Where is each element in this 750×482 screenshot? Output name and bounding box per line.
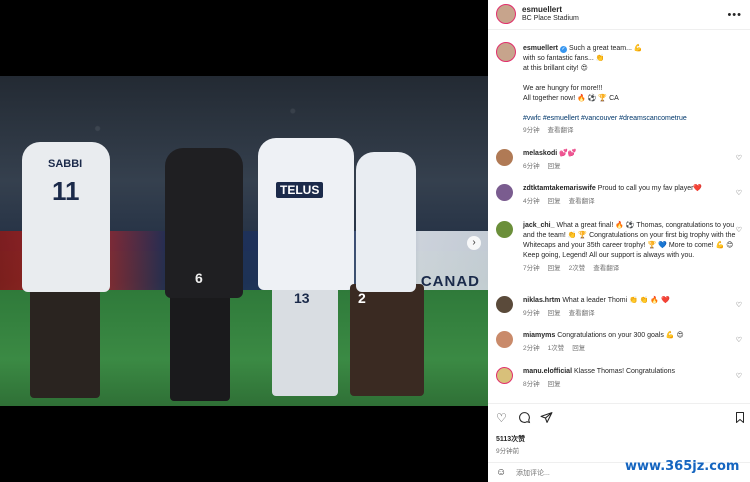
reply-button[interactable]: 回复 xyxy=(548,198,561,205)
more-dots-icon[interactable]: ••• xyxy=(727,9,742,21)
avatar[interactable] xyxy=(496,296,513,313)
emoji-icon[interactable]: ☺ xyxy=(496,467,506,478)
reply-button[interactable]: 回复 xyxy=(548,163,561,170)
likes-count[interactable]: 5113次赞 xyxy=(496,434,525,444)
comment-text: What a great final! 🔥 ⚽ Thomas, congratu… xyxy=(523,222,736,259)
post-header: esmuellert BC Place Stadium ••• xyxy=(488,0,750,30)
reply-button[interactable]: 回复 xyxy=(572,345,585,352)
comment-time: 9分钟 xyxy=(523,310,540,317)
comment-icon[interactable] xyxy=(518,411,531,427)
verified-icon: ✓ xyxy=(559,46,567,53)
post-media: CANAD SABBI 11 6 13 TELUS 2 › xyxy=(0,0,488,482)
reply-button[interactable]: 回复 xyxy=(548,310,561,317)
heart-outline-icon[interactable]: ♡ xyxy=(736,301,742,309)
caption-line: with so fantastic fans... 👏 xyxy=(523,55,605,62)
heart-outline-icon[interactable]: ♡ xyxy=(496,411,507,425)
avatar[interactable] xyxy=(496,149,513,166)
player-teammate xyxy=(356,152,416,292)
comment-text: Proud to call you my fav player❤️ xyxy=(597,185,703,192)
avatar[interactable] xyxy=(496,42,516,62)
player-opponent: 6 xyxy=(165,148,243,298)
heart-outline-icon[interactable]: ♡ xyxy=(736,189,742,197)
shorts-number: 13 xyxy=(294,290,310,306)
likes-count[interactable]: 2次赞 xyxy=(569,265,586,272)
post-time: 9分钟前 xyxy=(496,448,520,455)
jersey-sponsor: TELUS xyxy=(276,182,324,198)
caption-time: 9分钟 xyxy=(523,127,540,134)
player-mueller: TELUS xyxy=(258,138,354,290)
comment-username[interactable]: melaskodi xyxy=(523,150,557,157)
comment-text: Congratulations on your 300 goals 💪 😍 xyxy=(557,332,684,339)
player-legs xyxy=(170,291,230,401)
bookmark-icon[interactable] xyxy=(734,411,746,427)
comment-time: 6分钟 xyxy=(523,163,540,170)
post-username[interactable]: esmuellert xyxy=(522,5,562,14)
comment-username[interactable]: jack_chi_ xyxy=(523,222,555,229)
caption-line: We are hungry for more!!! xyxy=(523,85,603,92)
post-photo[interactable]: CANAD SABBI 11 6 13 TELUS 2 xyxy=(0,76,488,406)
comment-text: What a leader Thomi 👏 👏 🔥 ❤️ xyxy=(562,297,670,304)
likes-count[interactable]: 1次赞 xyxy=(548,345,565,352)
shorts-number: 2 xyxy=(358,290,366,306)
reply-button[interactable]: 回复 xyxy=(548,265,561,272)
see-translation[interactable]: 查看翻译 xyxy=(569,198,595,205)
avatar[interactable] xyxy=(496,221,513,238)
see-translation[interactable]: 查看翻译 xyxy=(547,127,573,134)
comment-time: 7分钟 xyxy=(523,265,540,272)
caption-hashtags[interactable]: #vwfc #esmuellert #vancouver #dreamscanc… xyxy=(523,114,743,124)
see-translation[interactable]: 查看翻译 xyxy=(593,265,619,272)
avatar[interactable] xyxy=(496,367,513,384)
caption-line: All together now! 🔥 ⚽ 🏆 CA xyxy=(523,95,619,102)
comment-username[interactable]: miamyms xyxy=(523,332,555,339)
ad-board-text: CANAD xyxy=(420,273,480,290)
heart-outline-icon[interactable]: ♡ xyxy=(736,372,742,380)
comment-username[interactable]: zdtktamtakemariswife xyxy=(523,185,596,192)
player-sabbi: SABBI 11 xyxy=(22,142,110,292)
jersey-number: 6 xyxy=(195,270,203,286)
reply-button[interactable]: 回复 xyxy=(548,381,561,388)
see-translation[interactable]: 查看翻译 xyxy=(569,310,595,317)
watermark: www.365jz.com xyxy=(625,459,740,474)
avatar[interactable] xyxy=(496,4,516,24)
comment-text: 💕💕 xyxy=(559,150,577,157)
comment-time: 8分钟 xyxy=(523,381,540,388)
comment-username[interactable]: manu.elofficial xyxy=(523,368,572,375)
heart-outline-icon[interactable]: ♡ xyxy=(736,336,742,344)
heart-outline-icon[interactable]: ♡ xyxy=(736,154,742,162)
paper-plane-icon[interactable] xyxy=(540,411,553,427)
player-legs: 13 xyxy=(272,284,338,396)
comment-time: 2分钟 xyxy=(523,345,540,352)
comment-text: Klasse Thomas! Congratulations xyxy=(573,368,676,375)
comment-username[interactable]: niklas.hrtm xyxy=(523,297,560,304)
comment-time: 4分钟 xyxy=(523,198,540,205)
post-location[interactable]: BC Place Stadium xyxy=(522,15,579,22)
jersey-name: SABBI xyxy=(48,158,83,170)
caption-body: esmuellert ✓ Such a great team... 💪 with… xyxy=(523,44,743,136)
caption-line: at this brillant city! 😍 xyxy=(523,65,588,72)
caption-line: Such a great team... 💪 xyxy=(568,45,643,52)
player-legs: 2 xyxy=(350,284,424,396)
caption-username[interactable]: esmuellert xyxy=(523,45,558,52)
jersey-number: 11 xyxy=(52,176,80,206)
heart-outline-icon[interactable]: ♡ xyxy=(736,226,742,234)
player-legs xyxy=(30,286,100,398)
post-panel: esmuellert BC Place Stadium ••• esmuelle… xyxy=(488,0,750,482)
avatar[interactable] xyxy=(496,184,513,201)
action-bar: ♡ xyxy=(496,411,746,425)
chevron-right-icon[interactable]: › xyxy=(467,236,481,250)
avatar[interactable] xyxy=(496,331,513,348)
